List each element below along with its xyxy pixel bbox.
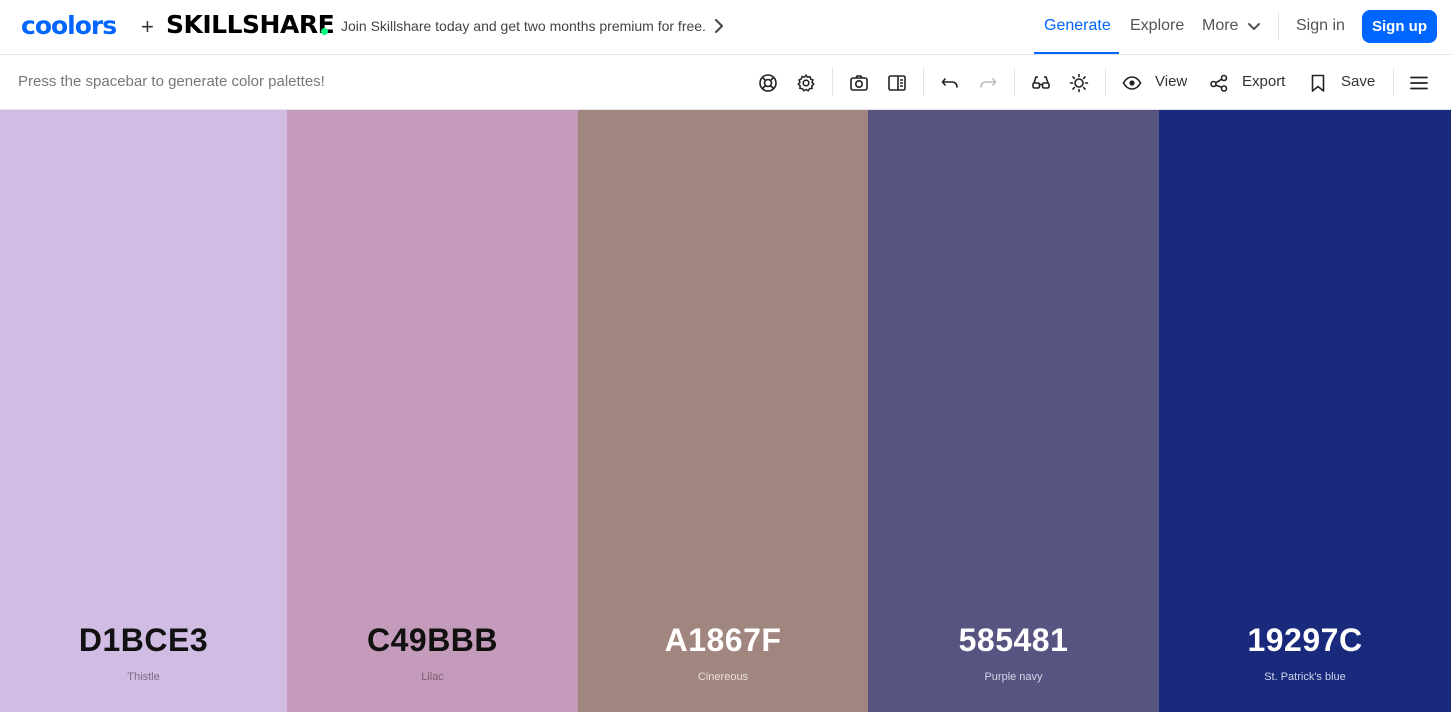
share-icon[interactable] (1208, 72, 1230, 94)
help-icon[interactable] (757, 72, 779, 94)
color-swatch[interactable]: D1BCE3 Thistle (0, 110, 287, 712)
color-swatch[interactable]: A1867F Cinereous (578, 110, 868, 712)
side-panel-icon[interactable] (886, 72, 908, 94)
toolbar-divider (1014, 68, 1015, 96)
promo-text[interactable]: Join Skillshare today and get two months… (341, 18, 706, 34)
brightness-icon[interactable] (1068, 72, 1090, 94)
color-swatch[interactable]: 585481 Purple navy (868, 110, 1159, 712)
hex-code[interactable]: 19297C (1159, 622, 1451, 659)
skillshare-logo-dot (321, 28, 328, 35)
save-button[interactable]: Save (1341, 73, 1375, 90)
spacebar-hint: Press the spacebar to generate color pal… (18, 73, 325, 90)
nav-divider (1278, 12, 1279, 40)
toolbar-divider (923, 68, 924, 96)
coolors-logo[interactable]: coolors (21, 11, 117, 40)
color-name[interactable]: Cinereous (578, 671, 868, 683)
nav-generate[interactable]: Generate (1044, 17, 1111, 35)
toolbar-divider (1105, 68, 1106, 96)
color-name[interactable]: Purple navy (868, 671, 1159, 683)
nav-more[interactable]: More (1202, 17, 1238, 35)
toolbar-divider (832, 68, 833, 96)
menu-icon[interactable] (1408, 72, 1430, 94)
plus-sign: + (141, 14, 154, 39)
hex-code[interactable]: D1BCE3 (0, 622, 287, 659)
settings-icon[interactable] (795, 72, 817, 94)
color-name[interactable]: St. Patrick's blue (1159, 671, 1451, 683)
camera-icon[interactable] (848, 72, 870, 94)
palette-toolbar: Press the spacebar to generate color pal… (0, 55, 1451, 110)
sign-in-link[interactable]: Sign in (1296, 17, 1345, 35)
export-button[interactable]: Export (1242, 73, 1285, 90)
hex-code[interactable]: A1867F (578, 622, 868, 659)
color-name[interactable]: Thistle (0, 671, 287, 683)
hex-code[interactable]: C49BBB (287, 622, 578, 659)
glasses-icon[interactable] (1030, 72, 1052, 94)
color-swatch[interactable]: 19297C St. Patrick's blue (1159, 110, 1451, 712)
color-swatch[interactable]: C49BBB Lilac (287, 110, 578, 712)
chevron-right-icon[interactable] (712, 17, 726, 35)
view-button[interactable]: View (1155, 73, 1187, 90)
skillshare-logo[interactable]: SKILLSHARE (166, 10, 335, 39)
eye-icon[interactable] (1121, 72, 1143, 94)
active-nav-underline (1034, 52, 1119, 54)
undo-icon[interactable] (939, 72, 961, 94)
redo-icon[interactable] (977, 72, 999, 94)
hex-code[interactable]: 585481 (868, 622, 1159, 659)
nav-explore[interactable]: Explore (1130, 17, 1184, 35)
sign-up-button[interactable]: Sign up (1362, 10, 1437, 43)
top-navbar: coolors + SKILLSHARE Join Skillshare tod… (0, 0, 1451, 55)
toolbar-divider (1393, 68, 1394, 96)
chevron-down-icon[interactable] (1247, 20, 1261, 34)
color-name[interactable]: Lilac (287, 671, 578, 683)
color-palette: D1BCE3 Thistle C49BBB Lilac A1867F Ciner… (0, 110, 1451, 712)
bookmark-icon[interactable] (1307, 72, 1329, 94)
